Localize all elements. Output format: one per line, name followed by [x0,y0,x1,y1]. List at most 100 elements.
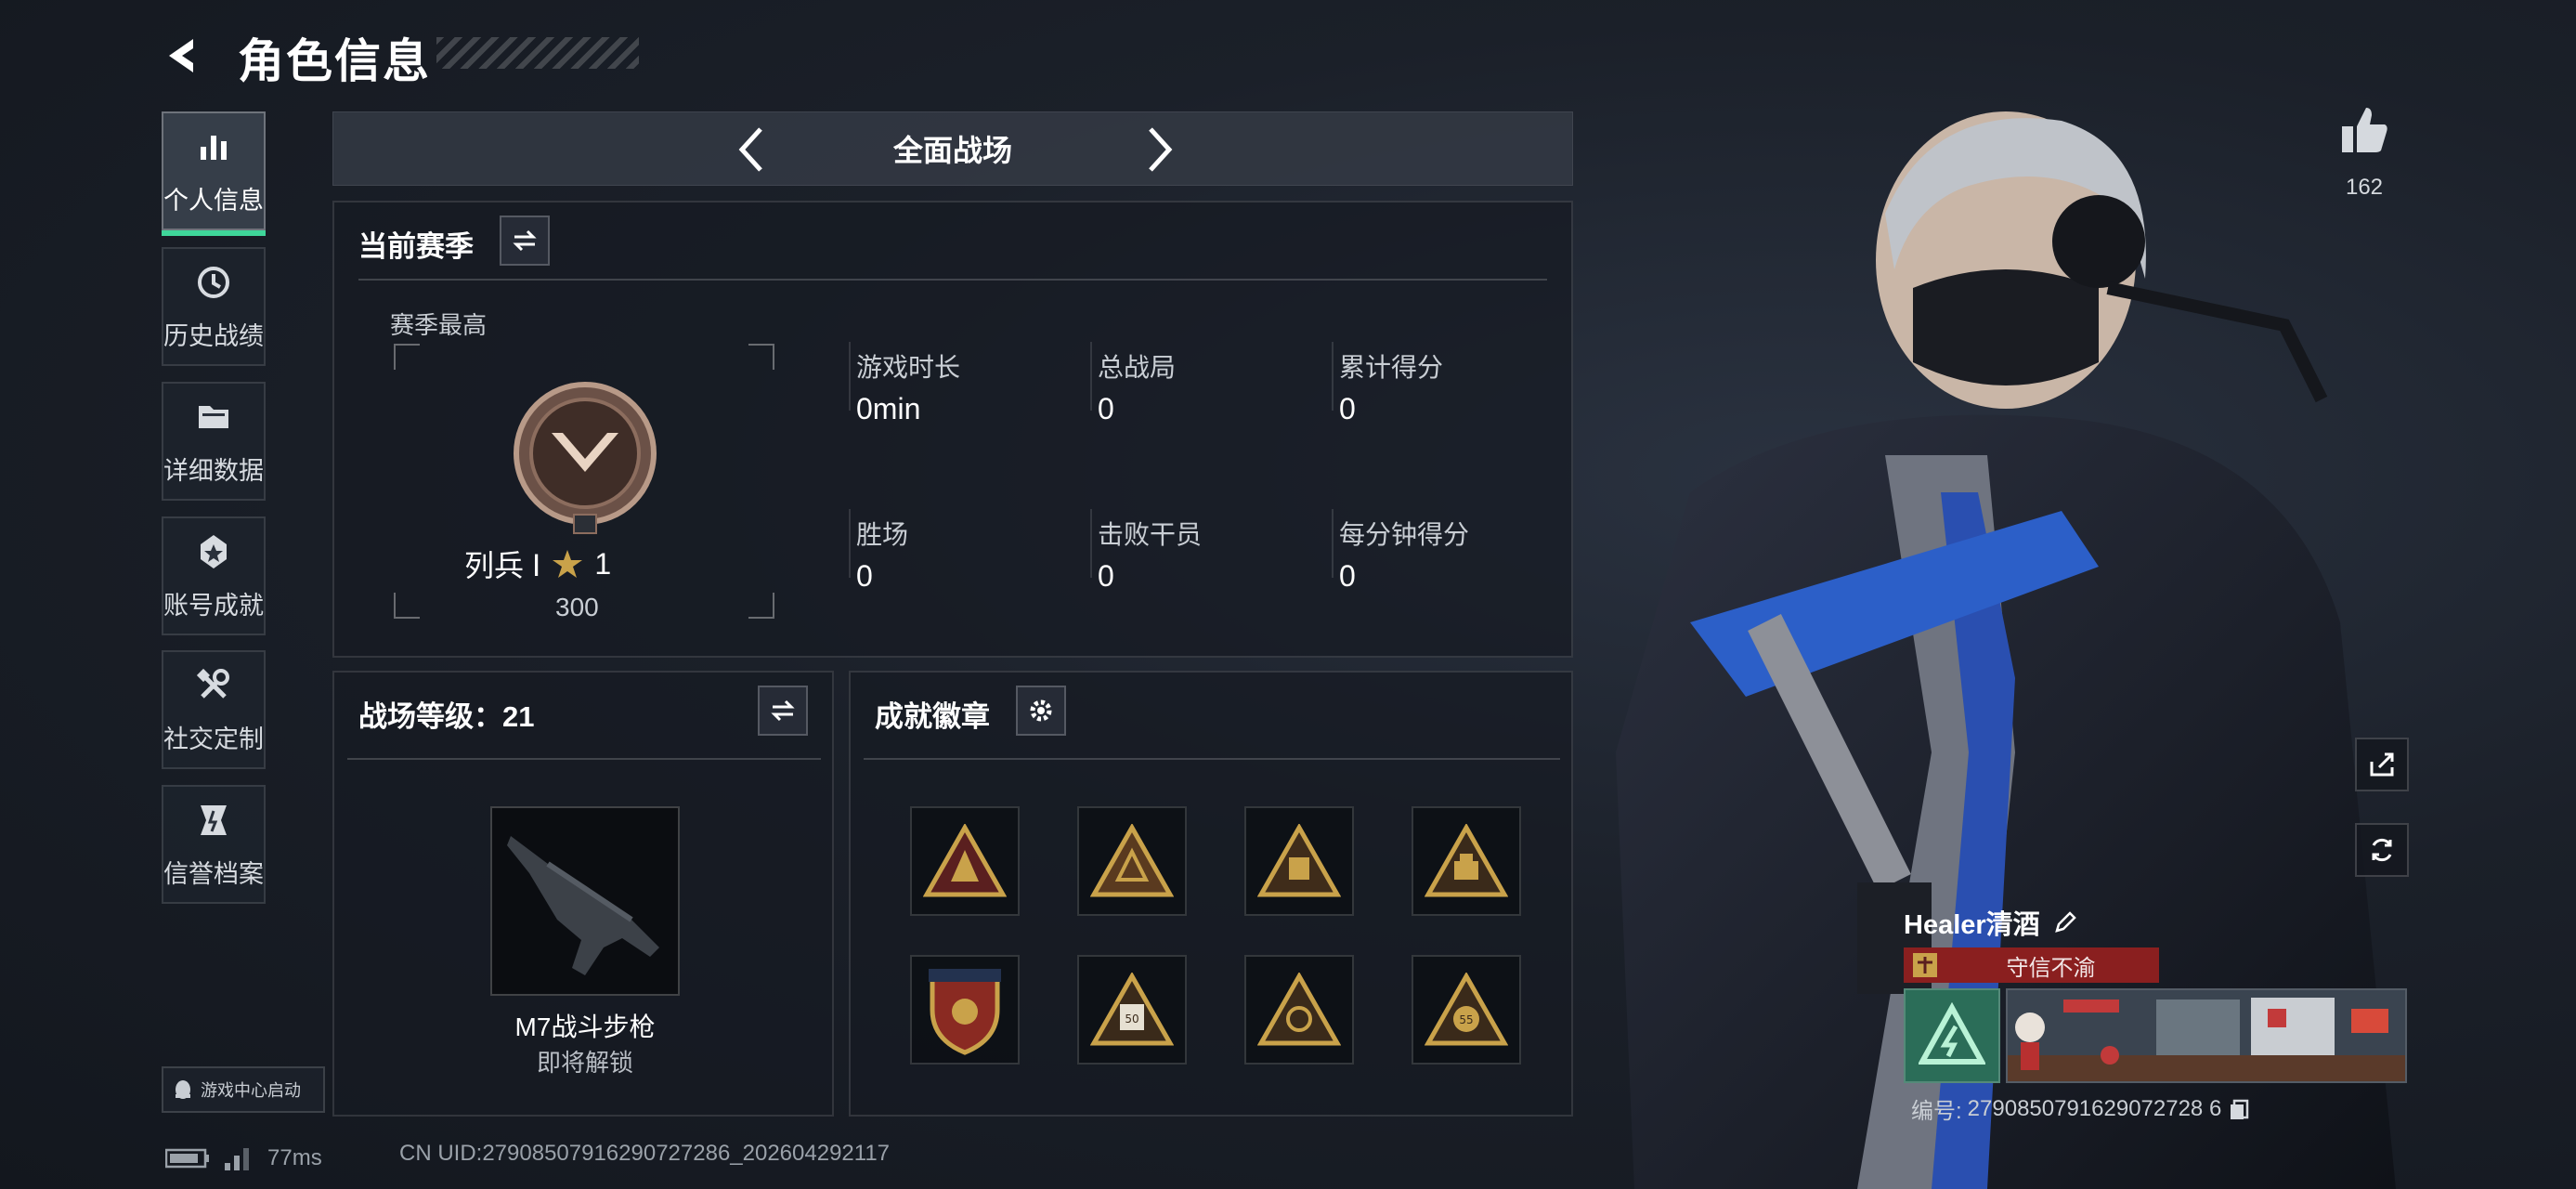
badge-number: 50 [1125,1013,1138,1026]
gold-triangle-badge [1090,824,1174,897]
stat-separator [849,342,851,411]
bar-chart-icon [201,135,227,160]
player-id-row: 编号: 2790850791629072728 6 [1911,1092,2251,1125]
star-icon [553,550,583,578]
level-divider [347,758,821,760]
swap-arrows-icon [513,229,537,252]
badges-title: 成就徽章 [875,700,990,733]
frame-corner [394,593,420,619]
shield-crest-badge [929,969,1001,1055]
sidebar-item-social[interactable]: 社交定制 [162,650,266,769]
stat-label: 每分钟得分 [1339,520,1470,549]
back-button[interactable] [156,28,212,84]
season-panel: 当前赛季 赛季最高 列兵 Ⅰ 1 300 游戏时长 0min 总战局 0 累计得… [332,201,1573,658]
mode-prev-button[interactable] [723,122,779,177]
battery-icon [165,1148,209,1169]
stat-value: 0 [1339,559,1356,593]
pixel-art-banner [2008,990,2405,1081]
page-title: 角色信息 [238,35,431,87]
frame-corner [394,344,420,370]
achievement-medal-icon [201,534,227,568]
player-name: Healer清酒 [1904,910,2040,940]
stat-label: 累计得分 [1339,353,1444,382]
stat-value: 0min [856,392,921,425]
weapon-thumbnail[interactable] [490,806,680,996]
swap-arrows-icon [771,699,795,722]
copy-icon[interactable] [2227,1097,2251,1121]
rank-row: 列兵 Ⅰ 1 [464,542,611,585]
season-switch-button[interactable] [500,216,550,266]
gear-icon [1030,699,1052,722]
badge-slot[interactable] [910,955,1020,1065]
mode-next-button[interactable] [1132,122,1188,177]
player-id: 2790850791629072728 6 [1967,1095,2222,1121]
badge-slot[interactable] [1077,806,1187,916]
player-avatar[interactable] [1904,988,2000,1083]
gold-triangle-badge [1257,824,1341,897]
badge-slot[interactable]: 50 [1077,955,1187,1065]
season-divider [358,279,1547,281]
back-arrow-icon [169,39,193,72]
share-icon [2370,752,2394,777]
gold-triangle-badge [923,824,1007,897]
sidebar-item-detail-data[interactable]: 详细数据 [162,382,266,501]
weapon-name: M7战斗步枪 [514,1013,656,1041]
stat-separator [1332,342,1334,411]
stat-separator [1332,509,1334,578]
achievement-badges-panel: 成就徽章 50 55 [849,671,1573,1117]
stat-value: 0 [1098,392,1114,425]
sidebar-item-personal-info[interactable]: 个人信息 [162,111,266,236]
scale-emblem-icon [1913,953,1937,977]
thumbs-up-icon [2342,108,2387,152]
season-best-label: 赛季最高 [390,311,488,339]
stat-separator [849,509,851,578]
refresh-button[interactable] [2355,823,2409,877]
level-switch-button[interactable] [758,686,808,736]
badges-divider [864,758,1560,760]
stat-label: 游戏时长 [856,353,961,382]
like-button[interactable] [2336,102,2392,158]
shield-emblem-icon [201,804,227,835]
battlefield-level-panel: 战场等级：21 M7战斗步枪 即将解锁 [332,671,834,1117]
badge-slot[interactable] [1244,955,1354,1065]
title-decoration [436,37,639,69]
sidebar-item-label: 历史战绩 [163,321,264,350]
like-count: 162 [2345,175,2384,200]
sidebar-item-history[interactable]: 历史战绩 [162,247,266,366]
badge-slot[interactable] [1412,806,1521,916]
frame-corner [748,344,774,370]
mode-label: 全面战场 [892,134,1012,167]
device-status: 77ms [165,1144,322,1172]
profile-banner[interactable] [2006,988,2407,1083]
rank-name: 列兵 Ⅰ [464,549,541,582]
badge-slot[interactable] [910,806,1020,916]
share-button[interactable] [2355,738,2409,791]
motto-banner: 守信不渝 [1904,947,2159,983]
tools-icon [196,668,229,699]
sidebar-item-reputation[interactable]: 信誉档案 [162,785,266,904]
player-id-label: 编号: [1911,1099,1962,1124]
game-center-launch-badge: 游戏中心启动 [162,1066,325,1113]
ping-value: 77ms [267,1145,322,1170]
rank-score: 300 [555,593,599,621]
signal-icon [225,1148,249,1170]
mode-selector: 全面战场 [332,111,1573,186]
stat-value: 0 [1339,392,1356,425]
badge-number: 55 [1459,1013,1473,1026]
badge-slot[interactable]: 55 [1412,955,1521,1065]
badges-settings-button[interactable] [1016,686,1066,736]
sidebar-item-label: 个人信息 [163,186,264,215]
chevron-left-icon [738,127,762,172]
stat-separator [1090,342,1092,411]
gold-triangle-badge: 50 [1090,973,1174,1046]
sidebar-item-label: 社交定制 [163,725,264,753]
qq-penguin-icon [176,1080,190,1099]
stat-label: 胜场 [856,520,909,549]
edit-pencil-icon[interactable] [2051,908,2079,936]
sidebar-item-achievements[interactable]: 账号成就 [162,516,266,635]
badge-slot[interactable] [1244,806,1354,916]
folder-icon [199,405,228,428]
stat-label: 总战局 [1098,353,1177,382]
history-clock-icon [198,266,229,298]
rank-stars: 1 [594,546,612,581]
